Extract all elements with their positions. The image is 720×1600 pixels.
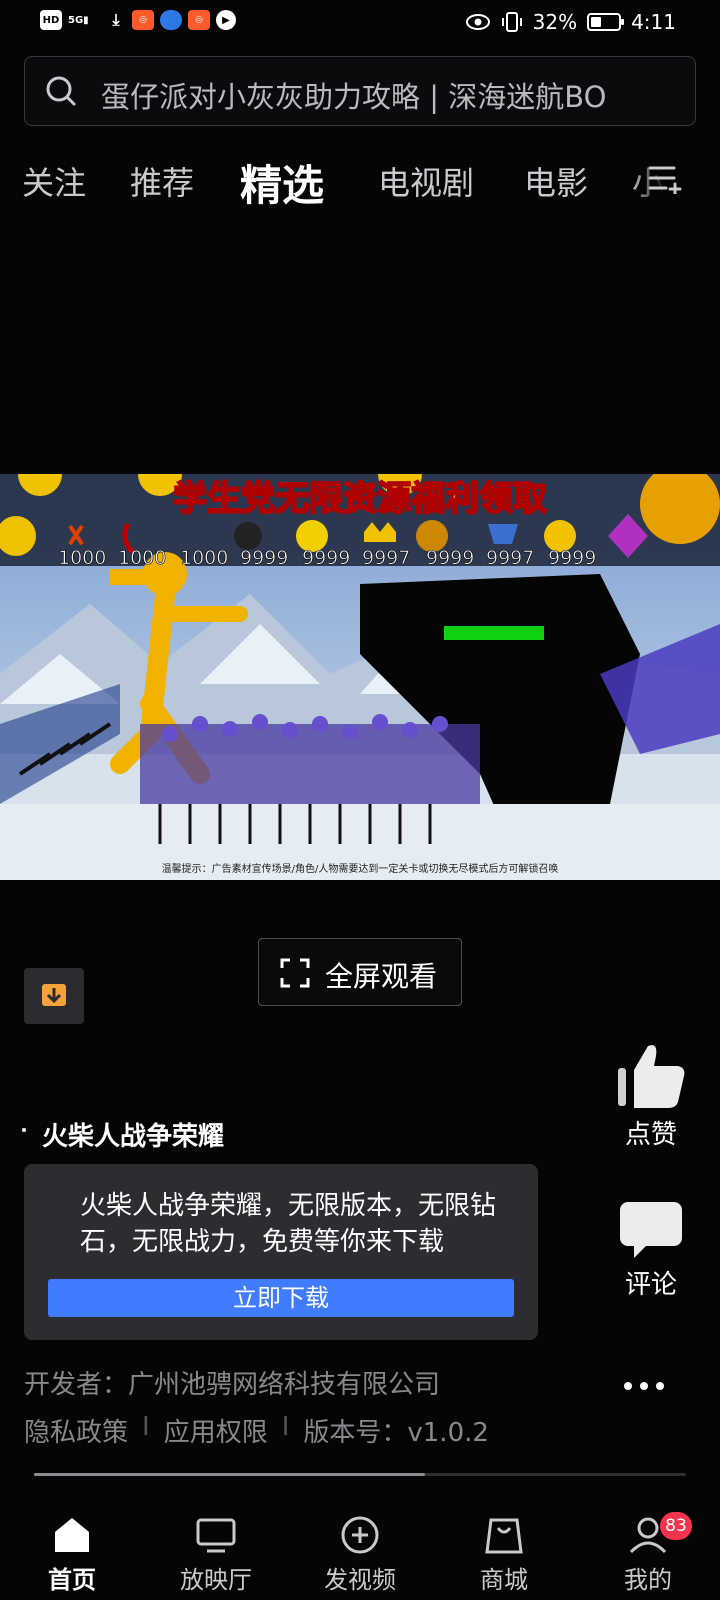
version-info: 版本号：v1.0.2: [303, 1418, 489, 1448]
link-separator: I: [281, 1412, 290, 1442]
resource-count: 9999: [426, 547, 474, 569]
fullscreen-icon: [280, 958, 310, 988]
network-label: 5G: [68, 14, 84, 26]
video-player[interactable]: 学生党无限资源福利领取 1000 1000 1000 9999 9999 999…: [0, 474, 720, 880]
like-label: 点赞: [624, 1120, 677, 1150]
search-icon: [46, 76, 76, 106]
tab-menu-icon[interactable]: [648, 164, 682, 194]
search-input[interactable]: 蛋仔派对小灰灰助力攻略 | 深海迷航BO: [101, 74, 683, 116]
nav-profile-label: 我的: [624, 1566, 672, 1594]
resource-count: 9997: [486, 547, 534, 569]
developer-info: 开发者：广州池骋网络科技有限公司: [24, 1370, 441, 1400]
status-right: 32% 4:11: [465, 10, 676, 34]
home-icon: [55, 1518, 89, 1552]
resource-count: 1000: [180, 547, 228, 569]
comment-icon: [620, 1202, 682, 1258]
shopping-bag-icon: [485, 1518, 523, 1554]
nav-home-label: 首页: [48, 1566, 96, 1594]
tab-featured[interactable]: 精选: [240, 152, 324, 213]
comment-button[interactable]: 评论: [596, 1198, 706, 1301]
video-progress-bar[interactable]: [34, 1473, 686, 1476]
hd-icon: HD: [40, 10, 62, 30]
status-left-icons: HD 5G ▮ ⤓ ◎ ◎ ▶: [40, 10, 236, 30]
status-bar: HD 5G ▮ ⤓ ◎ ◎ ▶ 32% 4:11: [0, 0, 720, 48]
nav-mall[interactable]: 商城: [444, 1500, 564, 1595]
ad-description: 火柴人战争荣耀，无限版本，无限钻石，无限战力，免费等你来下载: [80, 1191, 497, 1257]
resource-count: 1000: [58, 547, 106, 569]
ad-title[interactable]: 火柴人战争荣耀: [42, 1116, 224, 1153]
nav-home[interactable]: 首页: [12, 1500, 132, 1595]
link-separator: I: [142, 1412, 150, 1442]
clock: 4:11: [631, 10, 676, 34]
fullscreen-label: 全屏观看: [325, 960, 438, 993]
nav-mall-label: 商城: [480, 1566, 528, 1594]
add-circle-icon: [341, 1516, 379, 1554]
bottom-nav: 首页 放映厅 发视频 商城 我的: [0, 1500, 720, 1600]
browser-icon: [160, 10, 182, 30]
nav-theater-label: 放映厅: [180, 1566, 252, 1594]
vibrate-icon: [501, 12, 522, 32]
more-icon[interactable]: [624, 1382, 664, 1390]
app-permissions-link[interactable]: 应用权限: [164, 1412, 268, 1449]
fullscreen-button[interactable]: 全屏观看: [258, 938, 462, 1006]
notification-badge: 83: [660, 1512, 692, 1540]
download-badge[interactable]: [24, 968, 84, 1024]
ad-links: 隐私政策 I 应用权限 I 版本号：v1.0.2: [24, 1412, 489, 1449]
tab-tv-series[interactable]: 电视剧: [378, 158, 474, 204]
search-bar[interactable]: 蛋仔派对小灰灰助力攻略 | 深海迷航BO: [24, 56, 696, 126]
ad-card[interactable]: 火柴人战争荣耀，无限版本，无限钻石，无限战力，免费等你来下载 立即下载: [24, 1164, 538, 1340]
resource-count: 1000: [118, 547, 166, 569]
video-app-icon: ▶: [216, 10, 236, 30]
thumbs-up-icon: [618, 1045, 685, 1108]
resource-count: 9999: [302, 547, 350, 569]
video-banner: 学生党无限资源福利领取: [173, 479, 547, 519]
tab-bar: 关注 推荐 精选 电视剧 电影 小: [0, 148, 720, 210]
comment-label: 评论: [624, 1270, 677, 1300]
like-button[interactable]: 点赞: [596, 1040, 706, 1151]
battery-percent: 32%: [532, 10, 578, 34]
tab-follow[interactable]: 关注: [22, 158, 86, 204]
eye-icon: [465, 14, 490, 30]
resource-count: 9999: [548, 547, 596, 569]
tab-recommend[interactable]: 推荐: [130, 158, 194, 204]
app-icon: ◎: [132, 10, 154, 30]
video-disclaimer: 温馨提示：广告素材宣传场景/角色/人物需要达到一定关卡或切换无尽模式后方可解锁召…: [162, 862, 559, 875]
nav-post-video-label: 发视频: [324, 1566, 396, 1594]
nav-profile[interactable]: 我的: [588, 1500, 708, 1595]
app-icon: ◎: [188, 10, 210, 30]
resource-count: 9997: [362, 547, 410, 569]
video-frame: 学生党无限资源福利领取 1000 1000 1000 9999 9999 999…: [0, 474, 720, 880]
bullet-dot: [22, 1128, 26, 1132]
progress-fill: [34, 1473, 426, 1476]
resource-count: 9999: [240, 547, 288, 569]
nav-post-video[interactable]: 发视频: [300, 1500, 420, 1595]
battery-level: [591, 17, 601, 27]
download-icon: ⤓: [112, 10, 120, 29]
battery-icon: [587, 13, 625, 31]
nav-theater[interactable]: 放映厅: [156, 1500, 276, 1595]
privacy-policy-link[interactable]: 隐私政策: [24, 1412, 128, 1449]
tv-icon: [196, 1518, 236, 1553]
download-now-button[interactable]: 立即下载: [48, 1279, 514, 1317]
tab-movies[interactable]: 电影: [524, 158, 588, 204]
download-box-icon: [42, 984, 66, 1006]
signal-5g-icon: 5G ▮: [68, 14, 89, 26]
